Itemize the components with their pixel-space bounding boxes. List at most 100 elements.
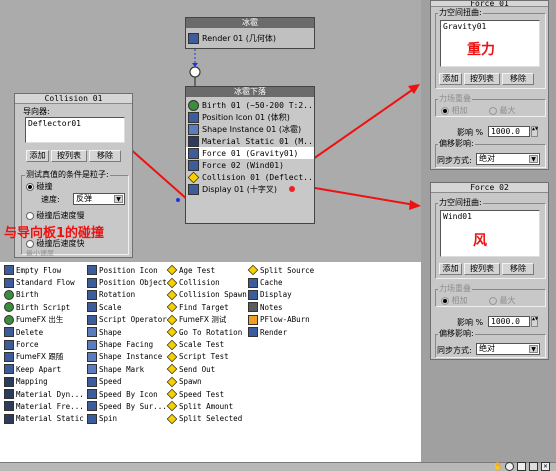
force01-sync-select[interactable]: 绝对 ▼ — [476, 153, 540, 165]
force01-radio-max[interactable] — [489, 106, 497, 115]
depot-item[interactable]: Split Selected — [165, 413, 247, 425]
depot-item[interactable]: Script Operator — [85, 314, 167, 326]
depot-item[interactable]: Script Test — [165, 351, 247, 363]
depot-item[interactable]: Position Icon — [85, 264, 167, 276]
depot-item[interactable]: Cache — [246, 276, 314, 288]
add-deflector-button[interactable]: 添加 — [26, 150, 49, 162]
force01-remove-button[interactable]: 移除 — [502, 73, 534, 85]
force01-add-button[interactable]: 添加 — [439, 73, 462, 85]
depot-item[interactable]: Find Target — [165, 301, 247, 313]
depot-item[interactable]: Keep Apart — [2, 363, 84, 375]
force01-list-item[interactable]: Gravity01 — [443, 22, 486, 31]
depot-item[interactable]: Split Amount — [165, 400, 247, 412]
depot-item[interactable]: Material Static — [2, 413, 84, 425]
depot-item[interactable]: Material Fre... — [2, 400, 84, 412]
deflector-list-item[interactable]: Deflector01 — [28, 119, 81, 128]
deflectors-list[interactable]: Deflector01 — [25, 117, 125, 143]
depot-item[interactable]: Shape Instance — [85, 351, 167, 363]
close-icon[interactable]: ✕ — [541, 462, 550, 471]
operator-force-02[interactable]: Force 02 (Wind01) — [186, 159, 314, 171]
force01-influence-spinner[interactable]: ▲▼ — [531, 126, 538, 137]
display-icon — [188, 183, 199, 195]
force01-influence-field[interactable]: 1000.0 — [488, 126, 530, 137]
depot-item[interactable]: Mapping — [2, 376, 84, 388]
depot-item[interactable]: PFlow-ABurn — [246, 314, 314, 326]
depot-item[interactable]: Collision — [165, 276, 247, 288]
depot-item[interactable]: Render — [246, 326, 314, 338]
collision-panel-title[interactable]: Collision 01 — [15, 94, 132, 104]
force02-overlap-label: 力场重叠 — [438, 284, 472, 293]
depot-item[interactable]: Empty Flow — [2, 264, 84, 276]
force01-opt-max[interactable]: 最大 — [489, 105, 516, 116]
operator-shape-instance[interactable]: Shape Instance 01 (冰雹) — [186, 123, 314, 135]
depot-item[interactable]: Shape — [85, 326, 167, 338]
force02-opt-max[interactable]: 最大 — [489, 295, 516, 306]
force02-add-button[interactable]: 添加 — [439, 263, 462, 275]
opt-collide[interactable]: 碰撞 — [26, 181, 53, 192]
depot-item[interactable]: Display — [246, 289, 314, 301]
force02-influence-field[interactable]: 1000.0 — [488, 316, 530, 327]
zoom-extents-icon[interactable] — [529, 462, 538, 471]
force02-influence-spinner[interactable]: ▲▼ — [531, 316, 538, 327]
operator-position-icon[interactable]: Position Icon 01 (体积) — [186, 111, 314, 123]
depot-item[interactable]: Force — [2, 338, 84, 350]
zoom-region-icon[interactable] — [517, 462, 526, 471]
main-event-node[interactable]: 冰雹下落 Birth 01 (~50-200 T:2... Position I… — [185, 86, 315, 224]
depot-item[interactable]: FumeFX 跟随 — [2, 351, 84, 363]
force01-radio-add[interactable] — [441, 106, 449, 115]
pan-hand-icon[interactable]: ✋ — [493, 462, 503, 471]
operator-birth[interactable]: Birth 01 (~50-200 T:2... — [186, 99, 314, 111]
depot-item[interactable]: Speed — [85, 376, 167, 388]
depot-item[interactable]: Speed Test — [165, 388, 247, 400]
depot-item[interactable]: Age Test — [165, 264, 247, 276]
force01-rollout-title[interactable]: Force 01 — [431, 1, 548, 7]
depot-item-label: Delete — [16, 327, 44, 337]
depot-item[interactable]: Standard Flow — [2, 276, 84, 288]
force02-remove-button[interactable]: 移除 — [502, 263, 534, 275]
radio-after-slow[interactable] — [26, 211, 34, 220]
depot-item[interactable]: Shape Facing — [85, 338, 167, 350]
remove-deflector-button[interactable]: 移除 — [89, 150, 121, 162]
depot-item[interactable]: Birth Script — [2, 301, 84, 313]
depot-item[interactable]: Spawn — [165, 376, 247, 388]
opt-after-slow[interactable]: 碰撞后速度慢 — [26, 210, 85, 221]
depot-item[interactable]: Collision Spawn — [165, 289, 247, 301]
depot-item[interactable]: Scale — [85, 301, 167, 313]
depot-item[interactable]: Delete — [2, 326, 84, 338]
depot-item[interactable]: Speed By Icon — [85, 388, 167, 400]
depot-item[interactable]: Scale Test — [165, 338, 247, 350]
depot-item[interactable]: Send Out — [165, 363, 247, 375]
force02-opt-add[interactable]: 相加 — [441, 295, 468, 306]
force02-rollout-title[interactable]: Force 02 — [431, 183, 548, 193]
force02-spacewarp-list[interactable]: Wind01 — [440, 210, 540, 257]
operator-material-static[interactable]: Material Static 01 (M... — [186, 135, 314, 147]
speed-select[interactable]: 反弹 ▼ — [73, 193, 125, 205]
depot-item[interactable]: Rotation — [85, 289, 167, 301]
zoom-icon[interactable] — [505, 462, 514, 471]
force02-by-list-button[interactable]: 按列表 — [464, 263, 500, 275]
by-list-button[interactable]: 按列表 — [51, 150, 87, 162]
force02-radio-max[interactable] — [489, 296, 497, 305]
depot-item[interactable]: Material Dyn... — [2, 388, 84, 400]
depot-item[interactable]: Position Object — [85, 276, 167, 288]
depot-item[interactable]: Birth — [2, 289, 84, 301]
depot-item[interactable]: Go To Rotation — [165, 326, 247, 338]
depot-item[interactable]: FumeFX 测试 — [165, 314, 247, 326]
force01-opt-add[interactable]: 相加 — [441, 105, 468, 116]
force02-radio-add[interactable] — [441, 296, 449, 305]
depot-item[interactable]: Speed By Sur... — [85, 400, 167, 412]
depot-item[interactable]: Shape Mark — [85, 363, 167, 375]
force01-by-list-button[interactable]: 按列表 — [464, 73, 500, 85]
force02-sync-select[interactable]: 绝对 ▼ — [476, 343, 540, 355]
depot-item[interactable]: FumeFX 出生 — [2, 314, 84, 326]
speed-icon — [87, 376, 97, 387]
depot-item[interactable]: Spin — [85, 413, 167, 425]
depot-item[interactable]: Notes — [246, 301, 314, 313]
radio-collide[interactable] — [26, 182, 34, 191]
depot-item[interactable]: Split Source — [246, 264, 314, 276]
operator-force-01[interactable]: Force 01 (Gravity01) — [186, 147, 314, 159]
depot-item-label: Shape Facing — [99, 340, 154, 350]
operator-collision[interactable]: Collision 01 (Deflect... — [186, 171, 314, 183]
operator-display[interactable]: Display 01 (十字叉) — [186, 183, 314, 195]
force02-list-item[interactable]: Wind01 — [443, 212, 472, 221]
